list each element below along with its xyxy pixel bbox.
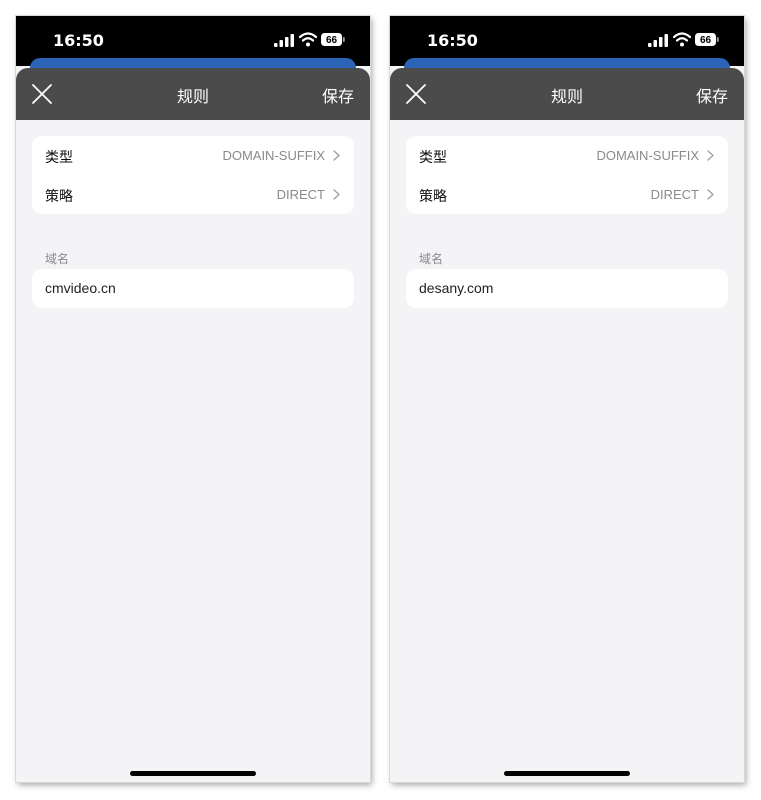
type-value: DOMAIN-SUFFIX xyxy=(596,148,699,163)
domain-field[interactable]: desany.com xyxy=(406,269,728,308)
page-title: 规则 xyxy=(176,87,209,106)
cellular-signal-icon xyxy=(274,34,294,47)
domain-section-label: 域名 xyxy=(45,252,70,266)
domain-field[interactable]: cmvideo.cn xyxy=(32,269,354,308)
policy-label: 策略 xyxy=(45,189,73,205)
type-label: 类型 xyxy=(45,150,73,166)
chevron-right-icon xyxy=(333,150,340,161)
home-indicator xyxy=(504,771,630,776)
type-row[interactable]: 类型 DOMAIN-SUFFIX xyxy=(32,136,354,175)
chevron-right-icon xyxy=(707,189,714,200)
domain-input-value[interactable]: desany.com xyxy=(419,280,493,296)
type-value: DOMAIN-SUFFIX xyxy=(222,148,325,163)
policy-value: DIRECT xyxy=(650,187,699,202)
navigation-bar: 规则 保存 xyxy=(16,68,370,120)
settings-card: 类型 DOMAIN-SUFFIX 策略 DIRECT xyxy=(32,136,354,214)
save-button[interactable]: 保存 xyxy=(696,83,728,107)
policy-row[interactable]: 策略 DIRECT xyxy=(406,175,728,214)
status-time: 16:50 xyxy=(427,31,478,50)
policy-label: 策略 xyxy=(419,189,447,205)
chevron-right-icon xyxy=(707,150,714,161)
type-label: 类型 xyxy=(419,150,447,166)
battery-level: 66 xyxy=(326,35,338,46)
policy-row[interactable]: 策略 DIRECT xyxy=(32,175,354,214)
navigation-bar: 规则 保存 xyxy=(390,68,744,120)
domain-section-label: 域名 xyxy=(419,252,444,266)
save-button[interactable]: 保存 xyxy=(322,83,354,107)
wifi-icon xyxy=(299,32,317,47)
phone-screen-right: 16:50 66 规则 保存 类型 DOMAIN-SUFFIX 策略 DIREC… xyxy=(390,16,744,782)
policy-value: DIRECT xyxy=(276,187,325,202)
domain-input-value[interactable]: cmvideo.cn xyxy=(45,280,116,296)
status-time: 16:50 xyxy=(53,31,104,50)
page-title: 规则 xyxy=(550,87,583,106)
battery-level: 66 xyxy=(700,35,712,46)
settings-card: 类型 DOMAIN-SUFFIX 策略 DIRECT xyxy=(406,136,728,214)
battery-icon: 66 xyxy=(321,33,345,46)
cellular-signal-icon xyxy=(648,34,668,47)
type-row[interactable]: 类型 DOMAIN-SUFFIX xyxy=(406,136,728,175)
home-indicator xyxy=(130,771,256,776)
wifi-icon xyxy=(673,32,691,47)
phone-screen-left: 16:50 66 规则 保存 类型 DOMAIN-SUFFIX 策略 DIREC… xyxy=(16,16,370,782)
battery-icon: 66 xyxy=(695,33,719,46)
chevron-right-icon xyxy=(333,189,340,200)
